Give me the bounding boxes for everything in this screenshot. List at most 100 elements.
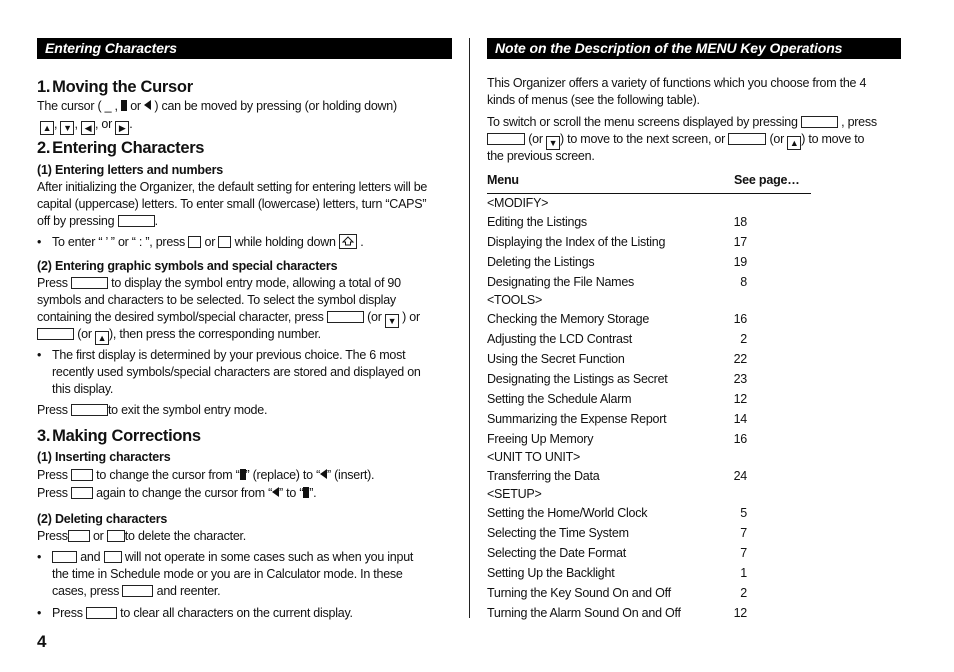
table-row: Summarizing the Expense Report 14 [487, 411, 811, 428]
paragraph-line: the previous screen. [487, 149, 595, 163]
page-ref: 2 [740, 331, 747, 346]
bullet-dot: • [37, 606, 42, 620]
paragraph-line: Press or to delete the character. [37, 529, 246, 543]
column-header-see-page: See page… [734, 173, 800, 187]
page-ref: 5 [740, 505, 747, 520]
insert-cursor-icon [320, 469, 327, 479]
menu-name: Turning the Alarm Sound On and Off [487, 605, 681, 620]
menu-name: Setting Up the Backlight [487, 565, 615, 580]
paragraph-line: Press to display the symbol entry mode, … [37, 276, 401, 290]
page-ref: 8 [740, 274, 747, 289]
bullet-dot: • [37, 348, 42, 362]
left-column: Entering Characters 1. Moving the Cursor … [37, 38, 452, 620]
page-ref: 24 [733, 468, 748, 483]
backspace-key-icon [106, 530, 125, 542]
delete-key-icon [52, 551, 77, 563]
paragraph-line: symbols and characters to be selected. T… [37, 293, 396, 307]
menu-name: Displaying the Index of the Listing [487, 234, 666, 249]
page-ref: 16 [733, 431, 748, 446]
menu-name: <SETUP> [487, 487, 542, 501]
page-ref: 23 [733, 371, 748, 386]
menu-name: Adjusting the LCD Contrast [487, 331, 632, 346]
paragraph-line: Press again to change the cursor from “”… [37, 486, 317, 500]
table-row: Selecting the Time System 7 [487, 525, 811, 542]
table-row: Displaying the Index of the Listing 17 [487, 234, 811, 251]
table-row: Selecting the Date Format 7 [487, 545, 811, 562]
prev-key-icon [728, 133, 767, 145]
subheading-inserting: (1) Inserting characters [37, 450, 171, 464]
menu-name: Designating the Listings as Secret [487, 371, 668, 386]
up-arrow-key-icon: ▲ [40, 121, 54, 135]
down-arrow-key-icon: ▼ [60, 121, 75, 135]
right-column: Note on the Description of the MENU Key … [487, 38, 901, 620]
subheading-graphic-symbols: (2) Entering graphic symbols and special… [37, 259, 338, 273]
page-ref: 2 [740, 585, 747, 600]
table-row: Setting the Home/World Clock 5 [487, 505, 811, 522]
page-number: 4 [37, 632, 47, 651]
section-banner-entering-characters: Entering Characters [37, 38, 452, 59]
paragraph-line: capital (uppercase) letters. To enter sm… [37, 197, 427, 211]
symbol-key-icon [70, 277, 108, 289]
table-row: Adjusting the LCD Contrast 2 [487, 331, 811, 348]
next-key-icon [326, 311, 364, 323]
table-row: Freeing Up Memory 16 [487, 431, 811, 448]
page-ref: 12 [733, 391, 748, 406]
table-row: Designating the Listings as Secret 23 [487, 371, 811, 388]
page-ref: 1 [740, 565, 747, 580]
table-category-row: <MODIFY> [487, 195, 811, 212]
table-row: Turning the Key Sound On and Off 2 [487, 585, 811, 602]
paragraph-line: off by pressing . [37, 214, 158, 228]
cursor-keys: ▲, ▼, ◀, or ▶. [40, 116, 133, 135]
page-ref: 12 [733, 605, 748, 620]
table-row: Setting Up the Backlight 1 [487, 565, 811, 582]
paragraph-line: (or ▲), then press the corresponding num… [37, 326, 321, 345]
table-category-row: <TOOLS> [487, 292, 811, 309]
cursor-description: The cursor ( _ , or ) can be moved by pr… [37, 99, 397, 113]
next-key-icon [487, 133, 525, 145]
left-arrow-key-icon: ◀ [80, 121, 95, 135]
up-arrow-key-icon: ▲ [95, 331, 109, 345]
clear-key-icon [85, 607, 117, 619]
table-category-row: <UNIT TO UNIT> [487, 449, 811, 466]
paragraph-line: Press to exit the symbol entry mode. [37, 403, 268, 417]
menu-name: Summarizing the Expense Report [487, 411, 667, 426]
key-icon [218, 236, 232, 248]
menu-name: Transferring the Data [487, 468, 600, 483]
delete-key-icon [67, 530, 90, 542]
menu-table-header: Menu See page… [487, 173, 811, 194]
paragraph-line: After initializing the Organizer, the de… [37, 180, 428, 194]
insert-cursor-icon [144, 100, 152, 110]
menu-key-icon [800, 116, 838, 128]
menu-name: Selecting the Date Format [487, 545, 626, 560]
page-ref: 16 [733, 311, 748, 326]
heading-entering-characters: 2. Entering Characters [37, 139, 205, 157]
subheading-deleting: (2) Deleting characters [37, 512, 168, 526]
menu-name: <MODIFY> [487, 196, 549, 210]
table-row: Designating the File Names 8 [487, 274, 811, 291]
caps-key-icon [117, 215, 155, 227]
section-banner-menu-key: Note on the Description of the MENU Key … [487, 38, 901, 59]
menu-name: Designating the File Names [487, 274, 635, 289]
menu-name: Setting the Schedule Alarm [487, 391, 632, 406]
down-arrow-key-icon: ▼ [384, 314, 399, 328]
menu-name: <TOOLS> [487, 293, 542, 307]
table-row: Deleting the Listings 19 [487, 254, 811, 271]
column-header-menu: Menu [487, 173, 519, 187]
menu-name: Checking the Memory Storage [487, 311, 650, 326]
table-row: Turning the Alarm Sound On and Off 12 [487, 605, 811, 622]
heading-moving-the-cursor: 1. Moving the Cursor [37, 78, 193, 96]
right-arrow-key-icon: ▶ [115, 121, 130, 135]
menu-name: <UNIT TO UNIT> [487, 450, 581, 464]
page-ref: 18 [733, 214, 748, 229]
table-row: Setting the Schedule Alarm 12 [487, 391, 811, 408]
paragraph-line: This Organizer offers a variety of funct… [487, 76, 867, 90]
shift-key-icon [338, 234, 357, 249]
menu-name: Selecting the Time System [487, 525, 629, 540]
table-category-row: <SETUP> [487, 486, 811, 503]
menu-name: Using the Secret Function [487, 351, 625, 366]
key-icon [188, 236, 202, 248]
table-row: Transferring the Data 24 [487, 468, 811, 485]
menu-name: Turning the Key Sound On and Off [487, 585, 671, 600]
page-ref: 22 [733, 351, 748, 366]
exit-key-icon [70, 404, 108, 416]
